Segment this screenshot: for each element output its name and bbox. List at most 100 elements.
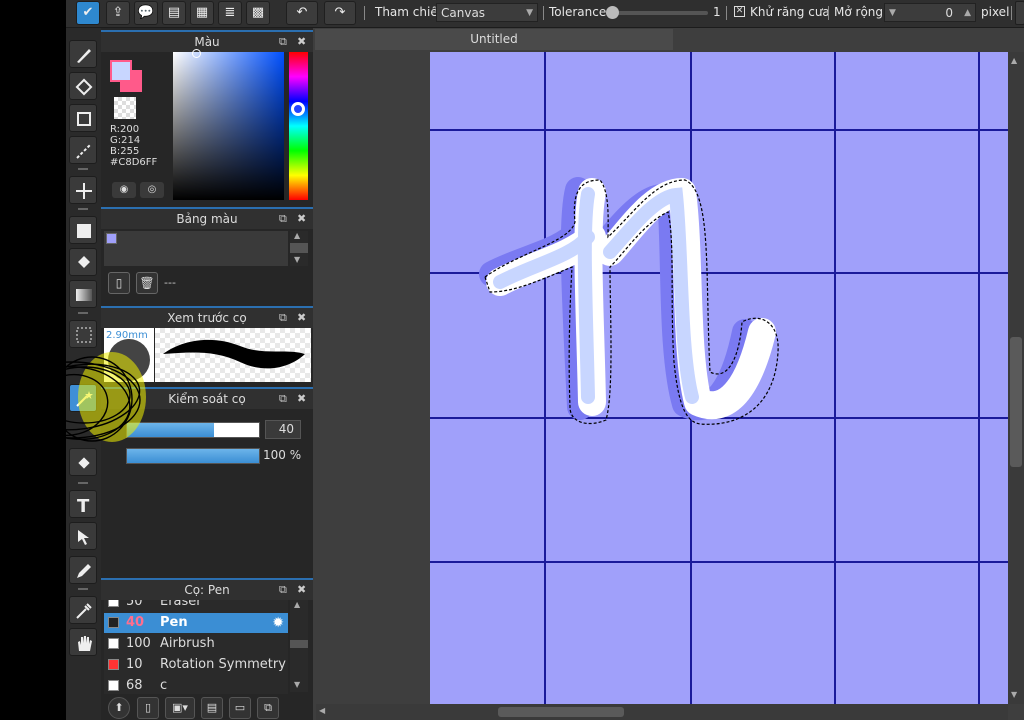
new-brush-icon[interactable]: ▯: [137, 697, 159, 719]
brush-settings-icon[interactable]: ▤: [201, 697, 223, 719]
hue-slider[interactable]: [289, 52, 308, 200]
more-icon[interactable]: [1015, 1, 1024, 25]
palette-swatch[interactable]: [106, 233, 117, 244]
expand-label: Mở rộng: [834, 5, 884, 19]
palette-swatch-area[interactable]: [104, 231, 288, 266]
pen-tool-icon[interactable]: [69, 556, 97, 584]
brush-color-swatch: [108, 680, 119, 691]
eraser-tool-icon[interactable]: [69, 72, 97, 100]
new-palette-icon[interactable]: ▯: [108, 272, 130, 294]
slider-knob[interactable]: [606, 6, 619, 19]
copy-icon[interactable]: ⧉: [257, 697, 279, 719]
chevron-up-icon[interactable]: ▲: [964, 4, 971, 23]
reference-select[interactable]: Canvas ▼: [436, 3, 538, 22]
hand-tool-icon[interactable]: [69, 628, 97, 656]
popout-icon[interactable]: ⧉: [279, 389, 287, 409]
brush-list-item[interactable]: 10 Rotation Symmetry Pe: [104, 655, 288, 675]
chevron-down-icon[interactable]: ▼: [294, 255, 300, 264]
color-panel-header: Màu ⧉ ✖: [101, 30, 313, 52]
scroll-thumb[interactable]: [1010, 337, 1022, 467]
add-brush-dropdown-icon[interactable]: ▣▾: [165, 697, 195, 719]
expand-spinner[interactable]: ▼ 0 ▲: [884, 3, 976, 22]
move-tool-icon[interactable]: [69, 176, 97, 204]
chevron-up-icon[interactable]: ▲: [294, 600, 300, 609]
close-icon[interactable]: ✖: [297, 32, 306, 52]
close-icon[interactable]: ✖: [297, 389, 306, 409]
cloud-upload-icon[interactable]: ⬆: [108, 697, 130, 719]
fill-rect-tool-icon[interactable]: [69, 216, 97, 244]
brush-list-item[interactable]: 40 Pen ✹: [104, 613, 288, 633]
chevron-down-icon[interactable]: ▼: [1011, 690, 1017, 699]
transparent-swatch[interactable]: [114, 97, 136, 119]
popout-icon[interactable]: ⧉: [279, 580, 287, 600]
brush-control-title: Kiểm soát cọ: [168, 392, 246, 406]
redo-icon[interactable]: ↷: [324, 1, 356, 25]
text-tool-icon[interactable]: T: [69, 490, 97, 518]
settings-gear-icon[interactable]: ✹: [272, 613, 284, 633]
comment-icon[interactable]: 💬: [134, 1, 158, 25]
color-mix-icon[interactable]: ◎: [140, 182, 164, 198]
popout-icon[interactable]: ⧉: [279, 308, 287, 328]
tolerance-slider[interactable]: [606, 6, 708, 19]
scroll-thumb[interactable]: [290, 243, 308, 253]
scroll-thumb[interactable]: [498, 707, 624, 717]
brush-size-value[interactable]: 40: [265, 420, 301, 439]
chevron-down-icon[interactable]: ▼: [889, 4, 896, 23]
hue-knob[interactable]: [291, 102, 305, 116]
document-tab[interactable]: Untitled: [315, 29, 673, 50]
undo-icon[interactable]: ↶: [286, 1, 318, 25]
drawing-canvas[interactable]: [430, 52, 1008, 704]
shape-tool-icon[interactable]: [69, 104, 97, 132]
hex-value: #C8D6FF: [110, 157, 158, 168]
document-icon[interactable]: ▦: [190, 1, 214, 25]
palette-scrollbar[interactable]: ▲ ▼: [290, 231, 308, 266]
brush-list-item[interactable]: 100 Airbrush: [104, 634, 288, 654]
dot-pen-tool-icon[interactable]: [69, 136, 97, 164]
share-icon[interactable]: ⇪: [106, 1, 130, 25]
select-rect-tool-icon[interactable]: [69, 320, 97, 348]
check-icon[interactable]: ✔: [76, 1, 100, 25]
eyedropper-tool-icon[interactable]: [69, 596, 97, 624]
scroll-thumb[interactable]: [290, 640, 308, 648]
picker-cursor[interactable]: [192, 49, 201, 58]
brush-stroke-preview: [155, 328, 311, 382]
chevron-down-icon: ▼: [526, 8, 533, 18]
grid-icon[interactable]: ▩: [246, 1, 270, 25]
expand-unit: pixel: [981, 5, 1010, 19]
brush-item-name: Pen: [160, 615, 188, 630]
scribble-annotation: [3, 352, 146, 442]
close-icon[interactable]: ✖: [297, 209, 306, 229]
message-icon[interactable]: ▤: [162, 1, 186, 25]
chevron-left-icon[interactable]: ◀: [319, 706, 325, 715]
separator: [1011, 6, 1012, 20]
popout-icon[interactable]: ⧉: [279, 209, 287, 229]
divider: [78, 208, 88, 210]
vertical-scrollbar[interactable]: ▲ ▼: [1008, 52, 1024, 704]
saturation-value-picker[interactable]: [173, 49, 284, 200]
primary-color-front[interactable]: [110, 60, 132, 82]
brush-size-label: 2.90mm: [106, 330, 148, 341]
chevron-down-icon[interactable]: ▼: [294, 680, 300, 689]
brush-list-scrollbar[interactable]: ▲ ▼: [290, 600, 308, 692]
bucket-tool-icon[interactable]: [69, 248, 97, 276]
close-icon[interactable]: ✖: [297, 580, 306, 600]
brush-list-item[interactable]: 68 c: [104, 676, 288, 694]
trash-icon[interactable]: 🗑: [136, 272, 158, 294]
gradient-tool-icon[interactable]: [69, 280, 97, 308]
brush-list-item[interactable]: 50 Eraser: [104, 600, 288, 612]
popout-icon[interactable]: ⧉: [279, 32, 287, 52]
chevron-up-icon[interactable]: ▲: [1011, 56, 1017, 65]
layers-icon[interactable]: ≣: [218, 1, 242, 25]
palette-icon[interactable]: ◉: [112, 182, 136, 198]
brush-color-swatch: [108, 617, 119, 628]
horizontal-scrollbar[interactable]: ◀: [316, 704, 1008, 720]
chevron-up-icon[interactable]: ▲: [294, 231, 300, 240]
brush-tool-icon[interactable]: [69, 40, 97, 68]
color-values: R:200 G:214 B:255 #C8D6FF: [110, 124, 157, 168]
frame-tool-icon[interactable]: [69, 522, 97, 550]
close-icon[interactable]: ✖: [297, 308, 306, 328]
tolerance-value: 1: [713, 5, 721, 19]
folder-icon[interactable]: ▭: [229, 697, 251, 719]
separator: [543, 6, 544, 20]
antialias-checkbox[interactable]: ✕: [734, 6, 745, 17]
